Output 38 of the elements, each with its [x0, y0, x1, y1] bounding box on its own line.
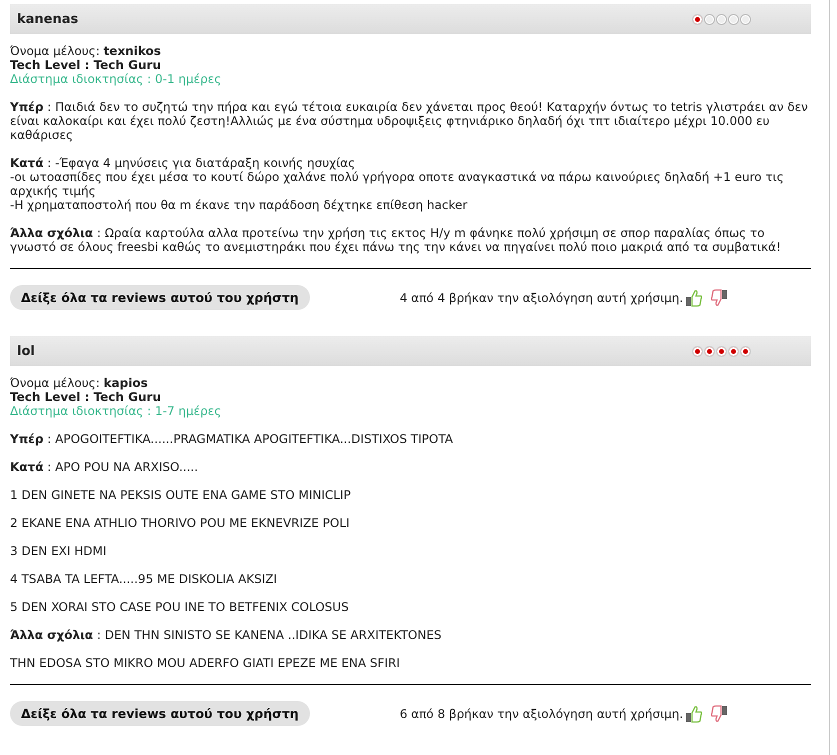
review-paragraph: 4 TSABA TA LEFTA.....95 ME DISKOLIA AKSIZI — [10, 572, 278, 586]
review-paragraph: Υπέρ : APOGOITEFTIKA......PRAGMATIKA APOGITEFTIKA...DISTIXOS TIPOTA — [10, 432, 454, 446]
rating-dot — [704, 14, 715, 24]
review-paragraph: THN EDOSA STO MIKRO MOU ADERFO GIATI EPEZE ME ENA SFIRI — [10, 656, 401, 670]
rating-dot — [704, 346, 715, 356]
thumbs-down-icon[interactable] — [711, 288, 728, 306]
review-paragraph: 5 DEN XORAI STO CASE POU INE TO BETFENIX COLOSUS — [10, 600, 350, 614]
show-reviews-button[interactable]: Δείξε όλα τα reviews αυτού του χρήστη — [10, 285, 310, 310]
rating-dot — [716, 346, 727, 356]
member-name: Όνομα μέλους: kapios — [10, 376, 149, 390]
review-paragraph: Υπέρ : Παιδιά δεν το συζητώ την πήρα και εγώ τέτοια ευκαιρία δεν χάνεται προς θεού! Καταρχήν όντως το tetris γλιστράει αν δεν είναι καλοκαίρι και έχει πολύ ζεστη!Αλλιώς με ένα σύστημα υδροψιξεις φτηνιάρικο δηλαδή όχι τπτ ιδιαίτερο μέχρι 10.000 ευ καθάρισες — [10, 100, 809, 142]
rating-dot — [692, 346, 703, 356]
rating-dot — [716, 14, 727, 24]
review-paragraph: 1 DEN GINETE NA PEKSIS OUTE ENA GAME STO MINICLIP — [10, 488, 352, 502]
review-title: kanenas — [17, 12, 78, 26]
review-paragraph: 3 DEN EXI HDMI — [10, 544, 108, 558]
thumbs-up-icon[interactable] — [686, 704, 702, 722]
helpful-count: 4 από 4 βρήκαν την αξιολόγηση αυτή χρήσιμη. — [400, 290, 684, 304]
member-name: Όνομα μέλους: texnikos — [10, 44, 162, 58]
thumbs-down-icon[interactable] — [711, 704, 728, 722]
rating-dot — [740, 346, 751, 356]
review-paragraph: Κατά : -Έφαγα 4 μηνύσεις για διατάραξη κοινής ησυχίας -οι ωτοασπίδες που έχει μέσα το κουτί δώρο χαλάνε πολύ γρήγορα οποτε αναγκαστικά να πάρω καινούριες δηλαδή +1 euro τις αρχικής τιμής -Η χρηματαποστολή που θα m έκανε την παράδοση δέχτηκε επίθεση hacker — [10, 156, 785, 212]
rating-dot — [740, 14, 751, 24]
ownership-period: Διάστημα ιδιοκτησίας : 1-7 ημέρες — [10, 404, 222, 418]
thumbs-up-icon[interactable] — [686, 288, 702, 306]
rating-dot — [728, 14, 739, 24]
ownership-period: Διάστημα ιδιοκτησίας : 0-1 ημέρες — [10, 72, 222, 86]
helpful-count: 6 από 8 βρήκαν την αξιολόγηση αυτή χρήσιμη. — [400, 706, 684, 720]
review-paragraph: Άλλα σχόλια : DEN THN SINISTO SE KANENA ..IDIKA SE ARXITEKTONES — [10, 628, 443, 642]
show-reviews-button[interactable]: Δείξε όλα τα reviews αυτού του χρήστη — [10, 701, 310, 726]
tech-level: Tech Level : Tech Guru — [10, 390, 162, 404]
tech-level: Tech Level : Tech Guru — [10, 58, 162, 72]
review-title: lol — [17, 344, 35, 358]
review-paragraph: 2 EKANE ENA ATHLIO THORIVO POU ME EKNEVRIZE POLI — [10, 516, 351, 530]
review-paragraph: Άλλα σχόλια : Ωραία καρτούλα αλλα προτείνω την χρήση τις εκτος Η/y m φάνηκε πολύ χρήσιμη σε σπορ παραλίας όπως το γνωστό σε όλους freesbi καθώς το ανεμιστηράκι που έχει πάνω της την κάνει να πηγαίνει πολύ ποιο μακριά από τα συμβατικά! — [10, 226, 782, 254]
review-paragraph: Κατά : APO POU NA ARXISO..... — [10, 460, 200, 474]
rating-dot — [728, 346, 739, 356]
rating-dot — [692, 14, 703, 24]
